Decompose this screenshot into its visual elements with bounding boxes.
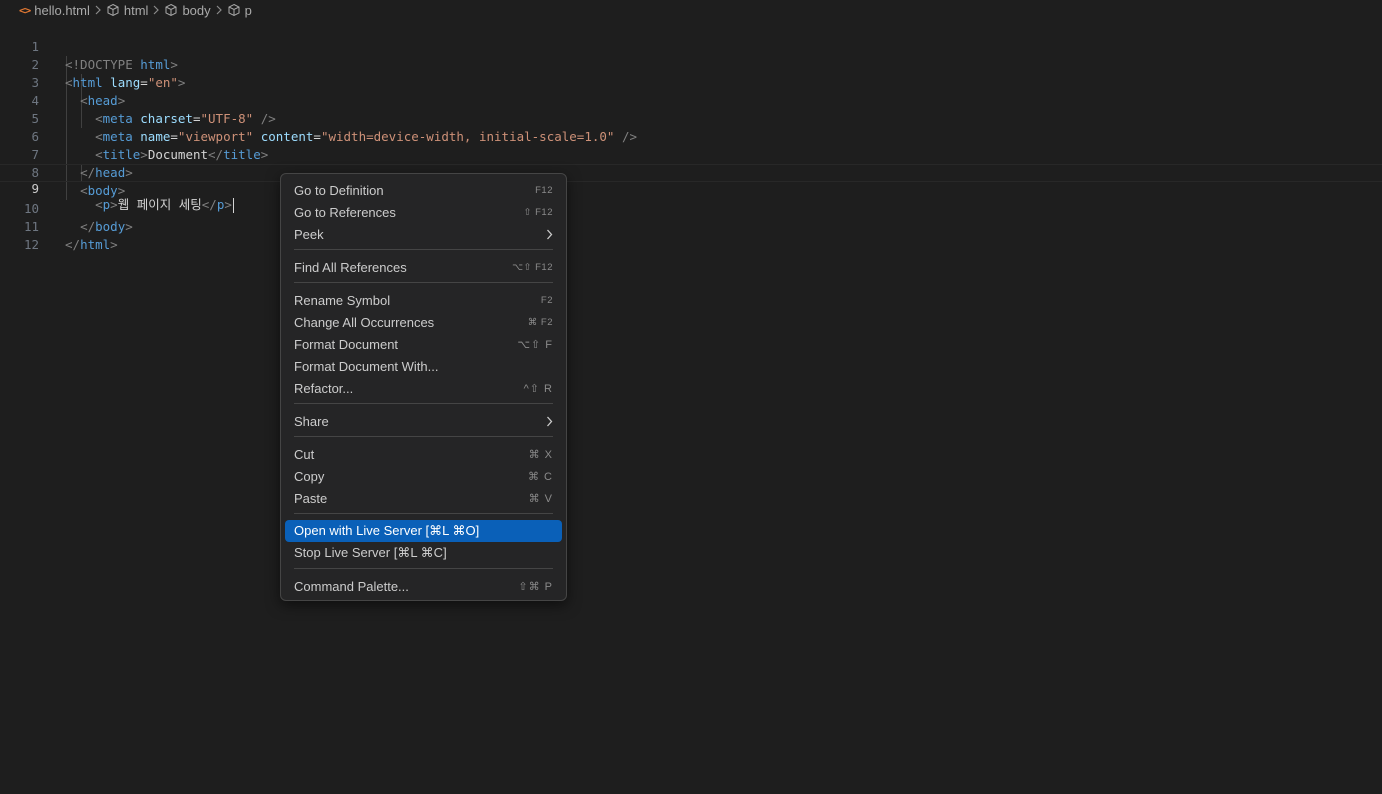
code-line: 8 <body> (0, 146, 1382, 198)
breadcrumb: <> hello.html html body p (0, 0, 1382, 20)
menu-item-shortcut: ⌘ X (528, 448, 553, 461)
menu-item-shortcut: F2 (540, 294, 553, 306)
menu-separator (294, 403, 553, 404)
element-cube-icon (227, 3, 241, 17)
breadcrumb-item-p[interactable]: p (227, 3, 252, 18)
menu-item-shortcut: ⌘ V (528, 492, 553, 505)
menu-item-refactor[interactable]: Refactor... ^⇧ R (285, 377, 562, 399)
menu-item-shortcut: F12 (535, 184, 553, 196)
breadcrumb-file[interactable]: <> hello.html (19, 3, 90, 18)
menu-separator (294, 282, 553, 283)
menu-separator (294, 249, 553, 250)
code-token: > (110, 237, 118, 252)
code-editor[interactable]: 1 <!DOCTYPE html> 2 <html lang="en"> 3 <… (0, 20, 1382, 794)
html-file-icon: <> (19, 3, 31, 17)
menu-separator (294, 568, 553, 569)
menu-item-label: Rename Symbol (294, 292, 391, 308)
menu-item-label: Stop Live Server [⌘L ⌘C] (294, 545, 447, 560)
menu-item-label: Go to Definition (294, 182, 384, 198)
breadcrumb-item-body[interactable]: body (164, 2, 211, 18)
menu-separator (294, 513, 553, 514)
menu-item-label: Command Palette... (294, 578, 409, 594)
menu-item-shortcut: ⌘ F2 (527, 316, 553, 328)
chevron-right-icon (95, 5, 101, 15)
code-line: 4 <meta charset="UTF-8" /> (0, 74, 1382, 126)
menu-item-stop-live-server[interactable]: Stop Live Server [⌘L ⌘C] (285, 542, 562, 564)
menu-item-paste[interactable]: Paste ⌘ V (285, 487, 562, 509)
menu-item-go-to-definition[interactable]: Go to Definition F12 (285, 179, 562, 201)
menu-item-label: Copy (294, 468, 325, 484)
menu-item-label: Change All Occurrences (294, 314, 435, 330)
menu-item-format-document[interactable]: Format Document ⌥⇧ F (285, 333, 562, 355)
code-line: 11 </html> (0, 200, 1382, 252)
breadcrumb-item-label: html (123, 2, 149, 18)
menu-item-go-to-references[interactable]: Go to References ⇧ F12 (285, 201, 562, 223)
menu-item-label: Refactor... (294, 380, 354, 396)
breadcrumb-file-label: hello.html (34, 2, 90, 18)
menu-item-label: Format Document With... (294, 358, 439, 374)
code-line: 3 <head> (0, 56, 1382, 108)
element-cube-icon (106, 3, 120, 17)
submenu-chevron-icon (546, 416, 553, 427)
code-line: 7 </head> (0, 128, 1382, 180)
element-cube-icon (164, 3, 178, 17)
menu-item-label: Format Document (294, 336, 399, 352)
menu-item-label: Open with Live Server [⌘L ⌘O] (294, 523, 480, 538)
code-token: html (80, 237, 111, 252)
code-line: 12 (0, 218, 1382, 252)
menu-separator (294, 436, 553, 437)
menu-item-copy[interactable]: Copy ⌘ C (285, 465, 562, 487)
breadcrumb-item-label: p (244, 2, 252, 18)
menu-item-shortcut: ⌥⇧ F12 (512, 261, 553, 273)
code-line: 2 <html lang="en"> (0, 38, 1382, 90)
menu-item-label: Go to References (294, 204, 396, 220)
menu-item-find-all-references[interactable]: Find All References ⌥⇧ F12 (285, 256, 562, 278)
menu-item-share[interactable]: Share (285, 410, 562, 432)
code-line: 6 <title>Document</title> (0, 110, 1382, 162)
chevron-right-icon (153, 5, 160, 15)
code-line: 10 </body> (0, 182, 1382, 234)
menu-item-cut[interactable]: Cut ⌘ X (285, 443, 562, 465)
menu-item-shortcut: ⌘ C (528, 470, 553, 483)
menu-item-label: Share (294, 413, 329, 429)
menu-item-label: Paste (294, 490, 328, 506)
menu-item-format-document-with[interactable]: Format Document With... (285, 355, 562, 377)
menu-item-label: Cut (294, 446, 315, 462)
menu-item-shortcut: ⌥⇧ F (517, 338, 553, 351)
menu-item-shortcut: ⇧⌘ P (518, 580, 553, 593)
code-line-current: 9 <p>웹 페이지 세팅</p> (0, 164, 1382, 213)
menu-item-shortcut: ^⇧ R (523, 382, 553, 395)
code-token: </ (65, 237, 81, 252)
chevron-right-icon (216, 5, 222, 15)
code-line: 5 <meta name="viewport" content="width=d… (0, 92, 1382, 144)
menu-item-change-all-occurrences[interactable]: Change All Occurrences ⌘ F2 (285, 311, 562, 333)
line-number: 12 (23, 237, 39, 252)
menu-item-open-with-live-server[interactable]: Open with Live Server [⌘L ⌘O] (285, 520, 562, 542)
menu-item-label: Peek (294, 226, 324, 242)
breadcrumb-item-html[interactable]: html (106, 2, 149, 18)
breadcrumb-item-label: body (182, 2, 211, 18)
menu-item-rename-symbol[interactable]: Rename Symbol F2 (285, 289, 562, 311)
menu-item-shortcut: ⇧ F12 (523, 206, 553, 218)
menu-item-label: Find All References (294, 259, 407, 275)
context-menu: Go to Definition F12 Go to References ⇧ … (280, 173, 567, 601)
submenu-chevron-icon (546, 229, 553, 240)
menu-item-peek[interactable]: Peek (285, 223, 562, 245)
menu-item-command-palette[interactable]: Command Palette... ⇧⌘ P (285, 575, 562, 597)
code-line: 1 <!DOCTYPE html> (0, 20, 1382, 72)
